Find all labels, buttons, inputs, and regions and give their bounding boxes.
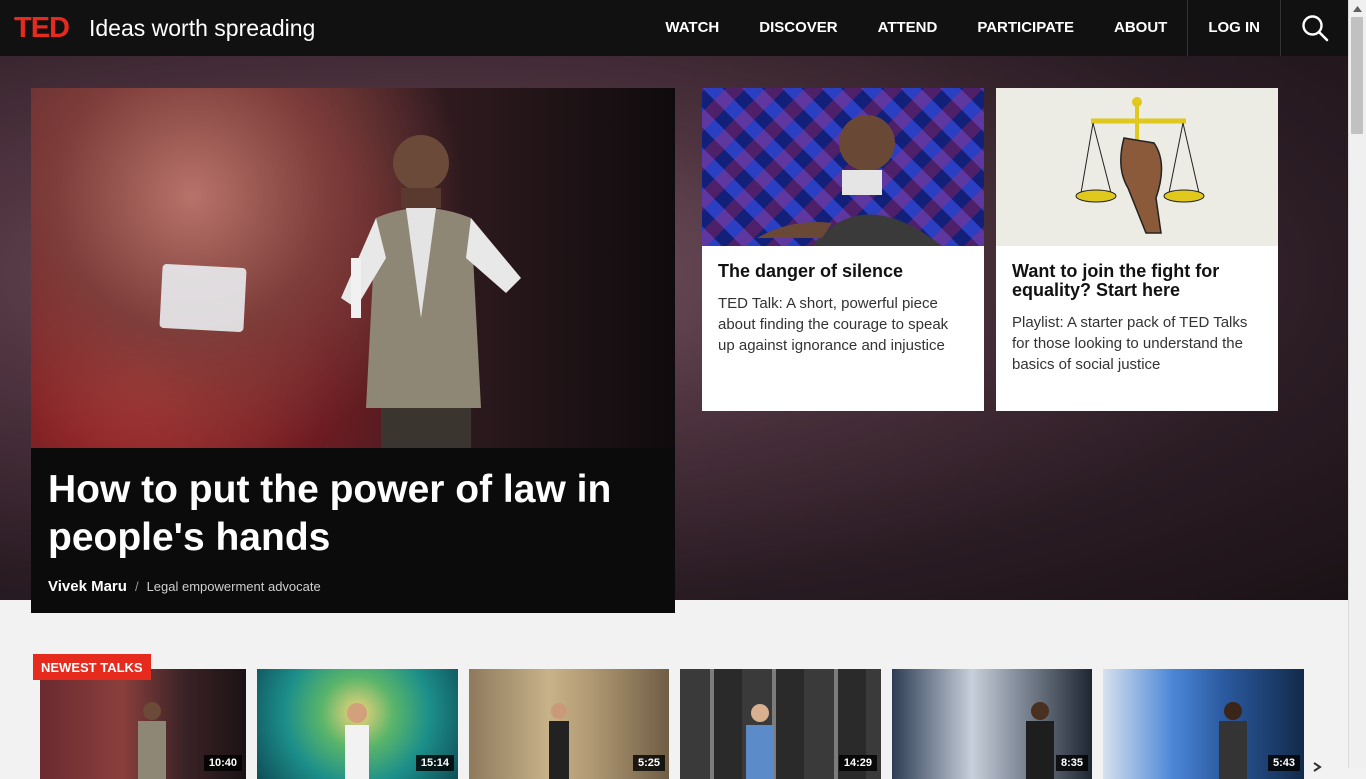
speaker-figure — [757, 115, 942, 246]
featured-talk-title[interactable]: How to put the power of law in people's … — [48, 466, 658, 562]
scrollbar-thumb[interactable] — [1351, 17, 1363, 134]
promo-card-description: TED Talk: A short, powerful piece about … — [718, 295, 949, 354]
byline-separator: / — [134, 579, 139, 594]
nav-about[interactable]: ABOUT — [1094, 0, 1187, 56]
nav-attend[interactable]: ATTEND — [858, 0, 958, 56]
talk-thumbnail[interactable]: 14:29 — [680, 669, 881, 779]
page-scrollbar[interactable] — [1348, 0, 1366, 768]
talk-thumbnail[interactable]: 15:14 — [257, 669, 458, 779]
tagline: Ideas worth spreading — [89, 14, 316, 41]
speaker-role: Legal empowerment advocate — [146, 579, 321, 594]
talk-thumbnail[interactable]: 8:35 — [892, 669, 1092, 779]
promo-card-body: Want to join the fight for equality? Sta… — [996, 246, 1278, 375]
talk-duration: 15:14 — [415, 755, 454, 771]
scales-of-justice-illustration — [1075, 97, 1205, 234]
promo-card-body: The danger of silence TED Talk: A short,… — [702, 246, 984, 356]
search-icon — [1302, 15, 1329, 42]
talk-duration: 5:25 — [632, 755, 665, 771]
speaker-figure — [345, 703, 369, 779]
promo-card-image — [702, 88, 984, 246]
promo-card-title[interactable]: The danger of silence — [718, 262, 968, 281]
scroll-up-icon[interactable] — [1349, 0, 1366, 17]
talk-thumbnail[interactable]: 5:25 — [469, 669, 669, 779]
nav-discover[interactable]: DISCOVER — [739, 0, 857, 56]
speaker-name[interactable]: Vivek Maru — [48, 578, 127, 595]
talk-duration: 5:43 — [1267, 755, 1300, 771]
promo-card-danger-of-silence[interactable]: The danger of silence TED Talk: A short,… — [702, 88, 984, 411]
speaker-figure — [1219, 702, 1247, 779]
talk-duration: 8:35 — [1055, 755, 1088, 771]
hero-section: How to put the power of law in people's … — [0, 56, 1349, 613]
carousel-next-icon[interactable] — [1312, 762, 1324, 772]
ted-logo[interactable]: TED — [14, 12, 70, 45]
nav-links: WATCH DISCOVER ATTEND PARTICIPATE ABOUT … — [645, 0, 1349, 56]
speaker-figure — [1026, 702, 1054, 779]
talk-duration: 14:29 — [838, 755, 877, 771]
id-card-photo — [159, 263, 247, 333]
featured-byline: Vivek Maru / Legal empowerment advocate — [48, 578, 658, 595]
nav-watch[interactable]: WATCH — [645, 0, 739, 56]
talk-thumbnail[interactable]: 10:40 — [40, 669, 246, 779]
speaker-figure — [746, 704, 774, 779]
promo-card-equality[interactable]: Want to join the fight for equality? Sta… — [996, 88, 1278, 411]
speaker-figure — [341, 135, 521, 448]
promo-card-image — [996, 88, 1278, 246]
promo-card-title[interactable]: Want to join the fight for equality? Sta… — [1012, 262, 1262, 300]
talk-thumbnail[interactable]: 5:43 — [1103, 669, 1304, 779]
newest-talks-label: NEWEST TALKS — [33, 654, 151, 680]
featured-talk[interactable]: How to put the power of law in people's … — [31, 88, 675, 613]
talk-duration: 10:40 — [203, 755, 242, 771]
speaker-figure — [138, 702, 166, 779]
promo-card-description: Playlist: A starter pack of TED Talks fo… — [1012, 314, 1248, 373]
search-button[interactable] — [1281, 0, 1349, 56]
speaker-figure — [549, 703, 569, 779]
top-navigation: TED Ideas worth spreading WATCH DISCOVER… — [0, 0, 1349, 56]
featured-talk-text: How to put the power of law in people's … — [48, 466, 658, 595]
login-link[interactable]: LOG IN — [1188, 0, 1280, 56]
nav-participate[interactable]: PARTICIPATE — [957, 0, 1094, 56]
featured-talk-image — [31, 88, 675, 448]
